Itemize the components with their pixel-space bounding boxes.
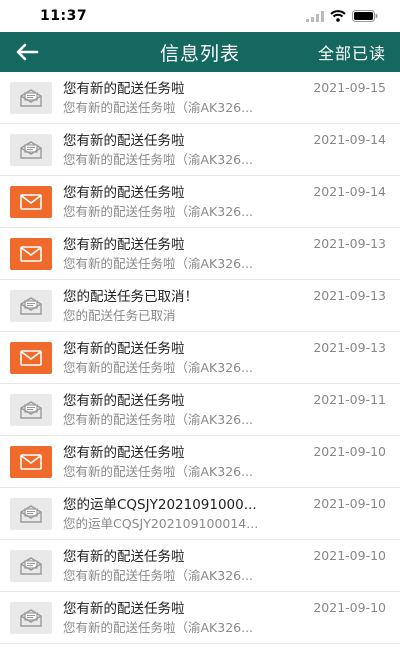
- envelope-open-icon: [10, 289, 52, 322]
- message-item[interactable]: 您有新的配送任务啦您有新的配送任务啦（渝AK326... 2021-09-10: [0, 436, 400, 488]
- message-summary: 您有新的配送任务啦（渝AK326...: [63, 567, 254, 583]
- mark-all-read-button[interactable]: 全部已读: [318, 32, 386, 72]
- message-summary: 您有新的配送任务啦（渝AK326...: [63, 463, 254, 479]
- message-date: 2021-09-13: [313, 236, 386, 251]
- message-date: 2021-09-14: [313, 184, 386, 199]
- battery-icon: [352, 10, 378, 22]
- message-item[interactable]: 您的运单CQSJY2021091000... 您的运单CQSJY202109100…: [0, 488, 400, 540]
- message-date: 2021-09-13: [313, 340, 386, 355]
- message-date: 2021-09-15: [313, 80, 386, 95]
- message-text: 您的运单CQSJY2021091000... 您的运单CQSJY202109100…: [63, 496, 295, 532]
- message-title: 您有新的配送任务啦: [63, 444, 185, 461]
- back-button[interactable]: [0, 32, 54, 72]
- message-date: 2021-09-13: [313, 288, 386, 303]
- message-date: 2021-09-10: [313, 444, 386, 459]
- message-date: 2021-09-11: [313, 392, 386, 407]
- app-header: 信息列表 全部已读: [0, 32, 400, 72]
- message-item[interactable]: 您有新的配送任务啦您有新的配送任务啦（渝AK326... 2021-09-13: [0, 332, 400, 384]
- message-summary: 您有新的配送任务啦（渝AK326...: [63, 255, 254, 271]
- status-time: 11:37: [40, 8, 88, 24]
- envelope-open-icon: [10, 549, 52, 582]
- message-summary: 您有新的配送任务啦（渝AK326...: [63, 151, 254, 167]
- signal-icon: [306, 10, 324, 22]
- message-summary: 您的运单CQSJY202109100014...: [63, 515, 259, 531]
- message-title: 您有新的配送任务啦: [63, 80, 185, 97]
- message-title: 您的配送任务已取消！: [63, 288, 198, 305]
- message-item[interactable]: 您有新的配送任务啦您有新的配送任务啦（渝AK326... 2021-09-13: [0, 228, 400, 280]
- message-item[interactable]: 您有新的配送任务啦您有新的配送任务啦（渝AK326... 2021-09-10: [0, 592, 400, 644]
- message-item[interactable]: 您有新的配送任务啦您有新的配送任务啦（渝AK326... 2021-09-15: [0, 72, 400, 124]
- message-summary: 您有新的配送任务啦（渝AK326...: [63, 359, 254, 375]
- status-icons: [306, 10, 378, 22]
- message-title: 您有新的配送任务啦: [63, 392, 185, 409]
- message-item[interactable]: 您的配送任务已取消！ 您的配送任务已取消 2021-09-13: [0, 280, 400, 332]
- message-date: 2021-09-10: [313, 496, 386, 511]
- arrow-left-icon: [16, 43, 39, 61]
- envelope-icon: [10, 341, 52, 374]
- message-title: 您有新的配送任务啦: [63, 600, 185, 617]
- message-text: 您有新的配送任务啦您有新的配送任务啦（渝AK326...: [63, 600, 295, 636]
- message-summary: 您有新的配送任务啦（渝AK326...: [63, 619, 254, 635]
- message-date: 2021-09-14: [313, 132, 386, 147]
- envelope-open-icon: [10, 81, 52, 114]
- message-text: 您有新的配送任务啦您有新的配送任务啦（渝AK326...: [63, 548, 295, 584]
- message-text: 您有新的配送任务啦您有新的配送任务啦（渝AK326...: [63, 392, 295, 428]
- message-date: 2021-09-10: [313, 548, 386, 563]
- message-title: 您有新的配送任务啦: [63, 340, 185, 357]
- message-summary: 您的配送任务已取消: [63, 307, 176, 323]
- message-text: 您有新的配送任务啦您有新的配送任务啦（渝AK326...: [63, 80, 295, 116]
- message-text: 您有新的配送任务啦您有新的配送任务啦（渝AK326...: [63, 184, 295, 220]
- message-text: 您有新的配送任务啦您有新的配送任务啦（渝AK326...: [63, 132, 295, 168]
- message-text: 您有新的配送任务啦您有新的配送任务啦（渝AK326...: [63, 444, 295, 480]
- wifi-icon: [330, 10, 346, 22]
- message-summary: 您有新的配送任务啦（渝AK326...: [63, 411, 254, 427]
- envelope-icon: [10, 237, 52, 270]
- message-list: 您有新的配送任务啦 您有新的配送任务啦（渝AK326... 2021-09-15 您有…: [0, 72, 400, 644]
- message-item[interactable]: 您有新的配送任务啦您有新的配送任务啦（渝AK326... 2021-09-14: [0, 176, 400, 228]
- message-summary: 您有新的配送任务啦（渝AK326...: [63, 99, 254, 115]
- envelope-open-icon: [10, 601, 52, 634]
- message-item[interactable]: 您有新的配送任务啦您有新的配送任务啦（渝AK326... 2021-09-11: [0, 384, 400, 436]
- envelope-open-icon: [10, 133, 52, 166]
- envelope-open-icon: [10, 497, 52, 530]
- envelope-open-icon: [10, 393, 52, 426]
- message-title: 您有新的配送任务啦: [63, 236, 185, 253]
- message-text: 您有新的配送任务啦您有新的配送任务啦（渝AK326...: [63, 236, 295, 272]
- message-date: 2021-09-10: [313, 600, 386, 615]
- message-title: 您有新的配送任务啦: [63, 548, 185, 565]
- envelope-icon: [10, 185, 52, 218]
- message-summary: 您有新的配送任务啦（渝AK326...: [63, 203, 254, 219]
- message-title: 您的运单CQSJY2021091000...: [63, 496, 257, 513]
- message-title: 您有新的配送任务啦: [63, 184, 185, 201]
- status-bar: 11:37: [0, 0, 400, 32]
- envelope-icon: [10, 445, 52, 478]
- message-item[interactable]: 您有新的配送任务啦您有新的配送任务啦（渝AK326... 2021-09-10: [0, 540, 400, 592]
- message-text: 您的配送任务已取消！ 您的配送任务已取消: [63, 288, 295, 324]
- message-title: 您有新的配送任务啦: [63, 132, 185, 149]
- message-text: 您有新的配送任务啦您有新的配送任务啦（渝AK326...: [63, 340, 295, 376]
- message-item[interactable]: 您有新的配送任务啦您有新的配送任务啦（渝AK326... 2021-09-14: [0, 124, 400, 176]
